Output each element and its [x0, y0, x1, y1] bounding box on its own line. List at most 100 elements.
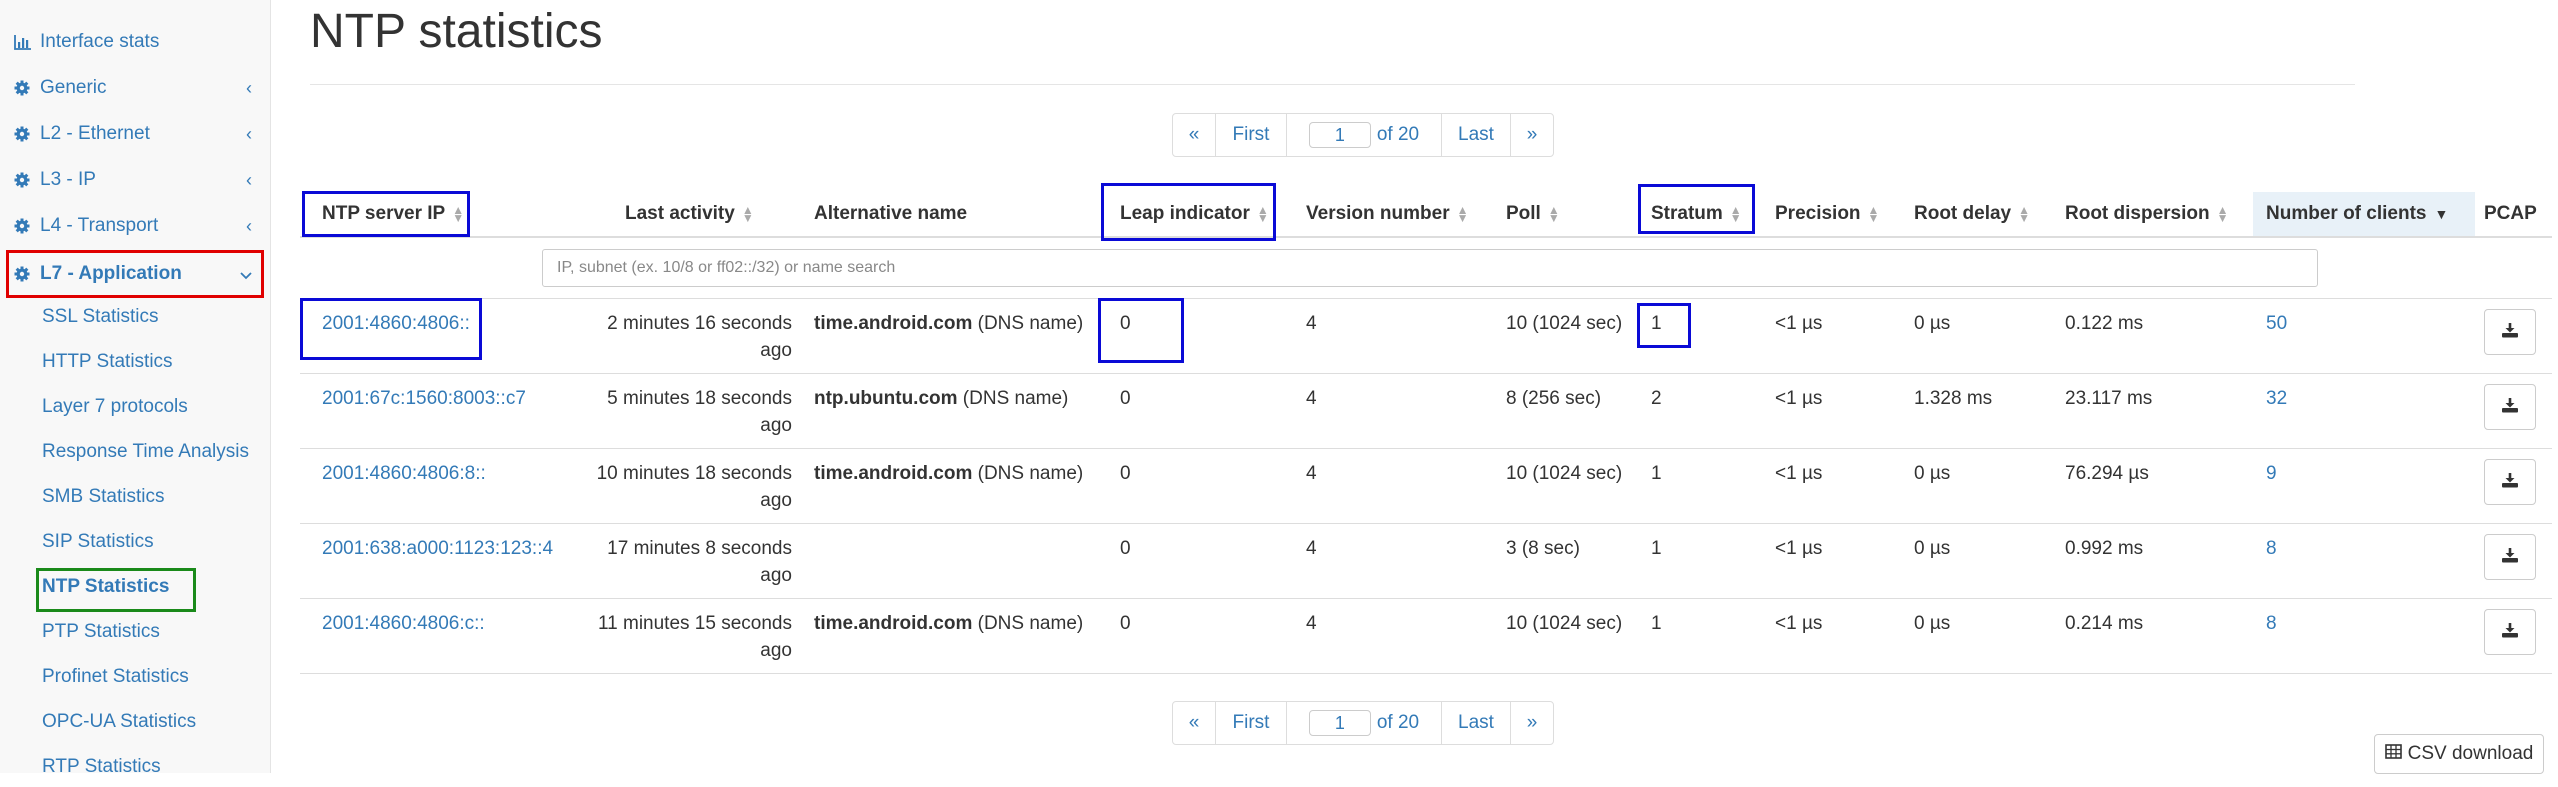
poll-cell: 3 (8 sec) [1506, 538, 1580, 559]
root-delay-cell: 0 µs [1914, 463, 1951, 484]
pager-last-button[interactable]: Last [1441, 113, 1511, 157]
version-cell: 4 [1306, 313, 1317, 334]
last-activity-cell: 11 minutes 15 seconds ago [598, 613, 792, 661]
pager-first-button[interactable]: First [1215, 701, 1287, 745]
page-number-input[interactable] [1308, 122, 1371, 148]
version-cell: 4 [1306, 538, 1317, 559]
column-header-number-of-clients[interactable]: Number of clients ▼ [2266, 192, 2448, 236]
pcap-download-button[interactable] [2484, 459, 2536, 505]
ip-link[interactable]: 2001:638:a000:1123:123::4 [322, 535, 553, 562]
pager-next-button[interactable]: » [1510, 701, 1554, 745]
row-divider [300, 523, 2552, 524]
sidebar-item-label: Generic [40, 77, 107, 98]
precision-cell: <1 µs [1775, 613, 1823, 634]
column-header-alternative-name[interactable]: Alternative name [814, 192, 967, 236]
poll-cell: 10 (1024 sec) [1506, 313, 1623, 334]
root-dispersion-cell: 23.117 ms [2065, 388, 2153, 409]
title-divider [310, 84, 2355, 85]
root-delay-cell: 0 µs [1914, 613, 1951, 634]
page-number-input[interactable] [1308, 710, 1371, 736]
csv-download-button[interactable]: CSV download [2374, 734, 2544, 774]
sidebar-subitem-profinet[interactable]: Profinet Statistics [42, 657, 189, 697]
alternative-name-cell: time.android.com (DNS name) [814, 613, 1084, 634]
bar-chart-icon [14, 34, 40, 50]
pcap-download-button[interactable] [2484, 609, 2536, 655]
sidebar-subitem-opcua[interactable]: OPC-UA Statistics [42, 702, 196, 742]
highlight-box-blue [1101, 183, 1276, 241]
page-title: NTP statistics [310, 5, 603, 58]
pcap-download-button[interactable] [2484, 309, 2536, 355]
highlight-box-blue [1637, 303, 1691, 348]
column-header-label: Alternative name [814, 203, 968, 224]
column-header-root-dispersion[interactable]: Root dispersion ▲ ▼ [2065, 192, 2229, 236]
column-header-label: Poll [1506, 203, 1541, 224]
leap-cell: 0 [1120, 538, 1131, 559]
column-header-label: Root delay [1914, 203, 2012, 224]
pager-prev-button[interactable]: « [1172, 113, 1216, 157]
pager-page-group: of 20 [1286, 113, 1442, 157]
sidebar-subitem-ptp[interactable]: PTP Statistics [42, 612, 160, 652]
sidebar-item-interface-stats[interactable]: Interface stats [0, 19, 270, 65]
root-dispersion-cell: 0.992 ms [2065, 538, 2144, 559]
gear-icon [14, 80, 40, 96]
clients-link[interactable]: 8 [2266, 610, 2277, 637]
csv-download-label: CSV download [2407, 743, 2534, 764]
root-delay-cell: 0 µs [1914, 313, 1951, 334]
pcap-download-button[interactable] [2484, 534, 2536, 580]
clients-link[interactable]: 32 [2266, 385, 2287, 412]
root-dispersion-cell: 0.214 ms [2065, 613, 2144, 634]
download-icon [2501, 395, 2519, 419]
chevron-left-icon: ‹ [246, 123, 252, 144]
precision-cell: <1 µs [1775, 538, 1823, 559]
highlight-box-blue [1638, 184, 1755, 234]
pcap-download-button[interactable] [2484, 384, 2536, 430]
ip-link[interactable]: 2001:67c:1560:8003::c7 [322, 385, 526, 412]
precision-cell: <1 µs [1775, 463, 1823, 484]
sidebar-item-l3-ip[interactable]: L3 - IP ‹ [0, 157, 270, 203]
column-header-last-activity[interactable]: Last activity ▲ ▼ [625, 192, 754, 236]
sidebar-subitem-layer7[interactable]: Layer 7 protocols [42, 387, 188, 427]
sidebar-item-l2-ethernet[interactable]: L2 - Ethernet ‹ [0, 111, 270, 157]
highlight-box-red [6, 250, 264, 298]
sidebar-subitem-http[interactable]: HTTP Statistics [42, 342, 173, 382]
pager-prev-button[interactable]: « [1172, 701, 1216, 745]
column-header-root-delay[interactable]: Root delay ▲ ▼ [1914, 192, 2030, 236]
chevron-left-icon: ‹ [246, 215, 252, 236]
sidebar-subitem-ssl[interactable]: SSL Statistics [42, 297, 159, 337]
pager-total-label: of 20 [1376, 124, 1420, 145]
ip-link[interactable]: 2001:4860:4806:8:: [322, 460, 486, 487]
download-icon [2501, 545, 2519, 569]
column-header-poll[interactable]: Poll ▲ ▼ [1506, 192, 1560, 236]
pager-page-group: of 20 [1286, 701, 1442, 745]
column-header-precision[interactable]: Precision ▲ ▼ [1775, 192, 1879, 236]
ip-link[interactable]: 2001:4860:4806:c:: [322, 610, 485, 637]
row-divider [300, 448, 2552, 449]
root-delay-cell: 1.328 ms [1914, 388, 1993, 409]
alternative-name-cell: time.android.com (DNS name) [814, 313, 1084, 334]
version-cell: 4 [1306, 388, 1317, 409]
column-header-version-number[interactable]: Version number ▲ ▼ [1306, 192, 1469, 236]
sidebar-subitem-sip[interactable]: SIP Statistics [42, 522, 154, 562]
highlight-box-green [36, 568, 196, 612]
highlight-box-blue [300, 298, 482, 360]
sidebar-item-label: L2 - Ethernet [40, 123, 150, 144]
sidebar-subitem-rta[interactable]: Response Time Analysis [42, 432, 249, 472]
pager-first-button[interactable]: First [1215, 113, 1287, 157]
sidebar-subitem-smb[interactable]: SMB Statistics [42, 477, 164, 517]
sort-icon: ▲ ▼ [1456, 203, 1469, 225]
pager-next-button[interactable]: » [1510, 113, 1554, 157]
download-icon [2501, 320, 2519, 344]
clients-link[interactable]: 8 [2266, 535, 2277, 562]
sidebar-item-label: L4 - Transport [40, 215, 159, 236]
search-input[interactable] [542, 249, 2318, 287]
download-icon [2501, 470, 2519, 494]
pager-last-button[interactable]: Last [1441, 701, 1511, 745]
sidebar-subitem-rtp[interactable]: RTP Statistics [42, 747, 161, 787]
stratum-cell: 2 [1651, 388, 1662, 409]
highlight-box-blue [302, 191, 470, 237]
clients-link[interactable]: 50 [2266, 310, 2287, 337]
version-cell: 4 [1306, 463, 1317, 484]
clients-link[interactable]: 9 [2266, 460, 2277, 487]
sidebar-item-generic[interactable]: Generic ‹ [0, 65, 270, 111]
sidebar-item-l4-transport[interactable]: L4 - Transport ‹ [0, 203, 270, 249]
